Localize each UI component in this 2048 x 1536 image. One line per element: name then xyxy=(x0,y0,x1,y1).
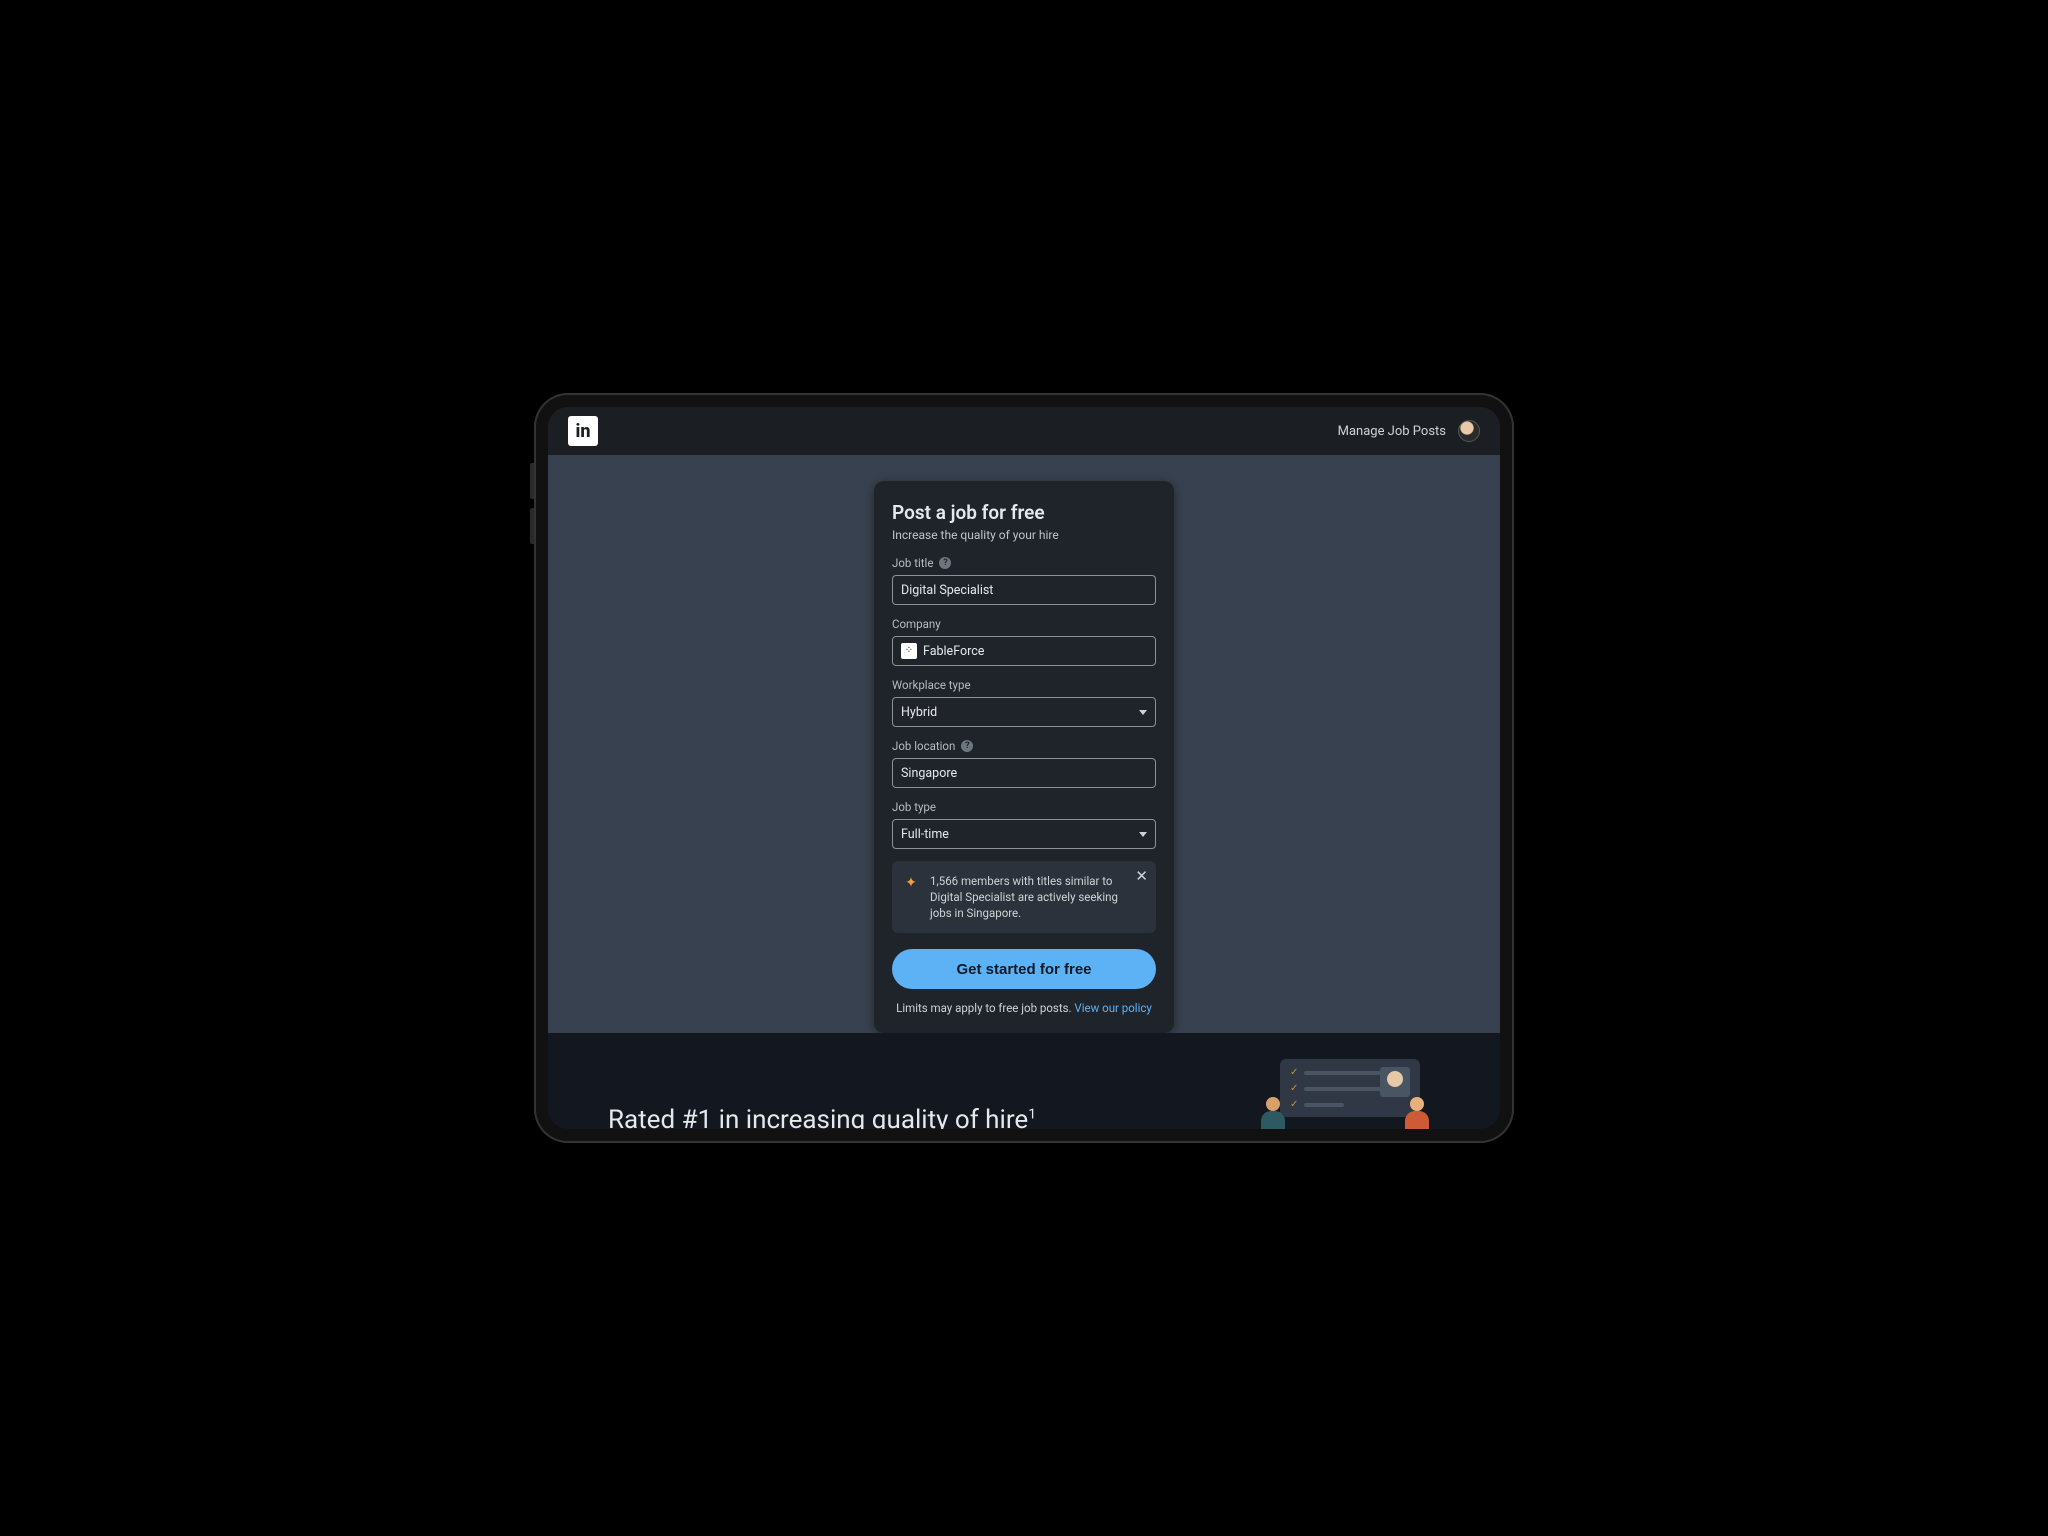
rated-text: Rated #1 in increasing quality of hire xyxy=(608,1105,1028,1129)
label-company-text: Company xyxy=(892,617,941,631)
input-job-location[interactable]: Singapore xyxy=(892,758,1156,788)
tablet-frame: t in Manage Job Posts Post a job for fre… xyxy=(534,393,1514,1143)
select-job-type[interactable]: Full-time xyxy=(892,819,1156,849)
linkedin-logo[interactable]: in xyxy=(568,416,598,446)
screen: t in Manage Job Posts Post a job for fre… xyxy=(548,407,1500,1129)
illus-person-right xyxy=(1404,1097,1430,1129)
field-company: Company ⁘ FableForce xyxy=(892,617,1156,666)
insight-text: 1,566 members with titles similar to Dig… xyxy=(930,873,1146,921)
company-logo-icon: ⁘ xyxy=(901,643,917,659)
top-bar: in Manage Job Posts xyxy=(548,407,1500,455)
label-job-title-text: Job title xyxy=(892,556,933,570)
field-workplace-type: Workplace type Hybrid xyxy=(892,678,1156,727)
illus-person-left xyxy=(1260,1097,1286,1129)
select-job-type-value: Full-time xyxy=(901,827,949,842)
input-job-title-value: Digital Specialist xyxy=(901,583,993,598)
limits-note: Limits may apply to free job posts. View… xyxy=(892,1001,1156,1015)
label-job-location: Job location ? xyxy=(892,739,1156,753)
label-job-type: Job type xyxy=(892,800,1156,814)
illus-photo xyxy=(1380,1067,1410,1097)
limits-text: Limits may apply to free job posts. xyxy=(896,1001,1074,1015)
illus-bar xyxy=(1304,1103,1344,1107)
label-workplace-type: Workplace type xyxy=(892,678,1156,692)
input-job-title[interactable]: Digital Specialist xyxy=(892,575,1156,605)
view-policy-link[interactable]: View our policy xyxy=(1074,1001,1151,1015)
label-workplace-type-text: Workplace type xyxy=(892,678,971,692)
illustration: ✓ ✓ ✓ xyxy=(1260,1059,1430,1129)
field-job-type: Job type Full-time xyxy=(892,800,1156,849)
card-title: Post a job for free xyxy=(892,501,1156,524)
check-icon: ✓ xyxy=(1290,1067,1298,1078)
help-icon[interactable]: ? xyxy=(939,557,951,569)
select-workplace-type-value: Hybrid xyxy=(901,705,937,720)
rated-heading: Rated #1 in increasing quality of hire1 xyxy=(608,1105,1036,1129)
get-started-button[interactable]: Get started for free xyxy=(892,949,1156,989)
caret-down-icon xyxy=(1139,710,1147,715)
card-subtitle: Increase the quality of your hire xyxy=(892,528,1156,542)
caret-down-icon xyxy=(1139,832,1147,837)
input-job-location-value: Singapore xyxy=(901,766,957,781)
input-company[interactable]: ⁘ FableForce xyxy=(892,636,1156,666)
label-company: Company xyxy=(892,617,1156,631)
label-job-title: Job title ? xyxy=(892,556,1156,570)
illus-panel: ✓ ✓ ✓ xyxy=(1280,1059,1420,1117)
field-job-title: Job title ? Digital Specialist xyxy=(892,556,1156,605)
topbar-right: Manage Job Posts xyxy=(1338,420,1480,442)
post-job-card: Post a job for free Increase the quality… xyxy=(874,481,1174,1033)
check-icon: ✓ xyxy=(1290,1099,1298,1110)
close-icon[interactable]: ✕ xyxy=(1135,869,1148,884)
insight-box: ✦ 1,566 members with titles similar to D… xyxy=(892,861,1156,933)
label-job-type-text: Job type xyxy=(892,800,936,814)
field-job-location: Job location ? Singapore xyxy=(892,739,1156,788)
input-company-value: FableForce xyxy=(923,644,984,659)
select-workplace-type[interactable]: Hybrid xyxy=(892,697,1156,727)
avatar[interactable] xyxy=(1458,420,1480,442)
manage-job-posts-link[interactable]: Manage Job Posts xyxy=(1338,424,1446,439)
label-job-location-text: Job location xyxy=(892,739,955,753)
main-area: Post a job for free Increase the quality… xyxy=(548,455,1500,1033)
check-icon: ✓ xyxy=(1290,1083,1298,1094)
rated-sup: 1 xyxy=(1028,1106,1036,1122)
lightbulb-icon: ✦ xyxy=(902,874,920,892)
help-icon[interactable]: ? xyxy=(961,740,973,752)
lower-band: Rated #1 in increasing quality of hire1 … xyxy=(548,1033,1500,1129)
